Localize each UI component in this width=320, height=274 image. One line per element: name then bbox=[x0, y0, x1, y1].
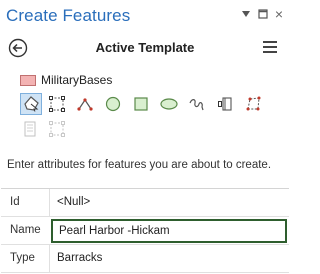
freehand-tool-icon[interactable] bbox=[186, 93, 208, 115]
pane-title: Create Features bbox=[6, 6, 131, 25]
attributes-table: Id <Null> Name Type Barracks bbox=[1, 188, 289, 273]
hamburger-menu-icon[interactable] bbox=[263, 41, 277, 55]
attribute-row-id: Id <Null> bbox=[1, 189, 289, 217]
column-divider bbox=[49, 245, 50, 272]
attributes-prompt: Enter attributes for features you are ab… bbox=[7, 159, 272, 171]
polygon-tool-icon[interactable] bbox=[20, 93, 42, 115]
pin-icon[interactable] bbox=[239, 7, 253, 21]
layer-name: MilitaryBases bbox=[41, 73, 113, 87]
attribute-label-id: Id bbox=[10, 196, 20, 208]
circle-tool-icon[interactable] bbox=[102, 93, 124, 115]
trace-tool-icon[interactable] bbox=[214, 93, 236, 115]
attribute-name-input[interactable] bbox=[51, 219, 287, 243]
right-angle-tool-icon[interactable] bbox=[242, 93, 264, 115]
attribute-value-id[interactable]: <Null> bbox=[57, 196, 90, 208]
active-template-title: Active Template bbox=[95, 40, 195, 55]
rectangle-tool-icon[interactable] bbox=[46, 93, 68, 115]
square-tool-icon[interactable] bbox=[130, 93, 152, 115]
attribute-label-name: Name bbox=[10, 224, 41, 236]
attribute-label-type: Type bbox=[10, 252, 35, 264]
layer-swatch bbox=[20, 74, 36, 86]
maximize-icon[interactable] bbox=[256, 7, 270, 21]
close-icon[interactable]: × bbox=[272, 6, 286, 22]
triangle-tool-icon[interactable] bbox=[74, 93, 96, 115]
attribute-row-name: Name bbox=[1, 217, 289, 245]
autocomplete-polygon-tool-icon bbox=[20, 118, 42, 140]
attribute-row-type: Type Barracks bbox=[1, 245, 289, 273]
template-layer[interactable]: MilitaryBases bbox=[20, 73, 112, 87]
pane-header: Create Features × bbox=[0, 0, 290, 34]
attribute-value-type[interactable]: Barracks bbox=[57, 252, 102, 264]
autocomplete-freehand-tool-icon bbox=[46, 118, 68, 140]
column-divider bbox=[49, 189, 50, 216]
ellipse-tool-icon[interactable] bbox=[158, 93, 180, 115]
